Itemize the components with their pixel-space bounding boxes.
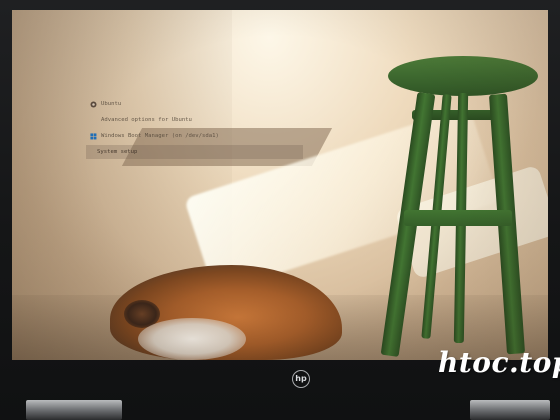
cat-white-fur bbox=[138, 318, 246, 360]
boot-entry-label: Ubuntu bbox=[101, 101, 122, 107]
right-hinge bbox=[470, 400, 550, 420]
stool-lower-rung bbox=[404, 210, 512, 226]
boot-entry-label: Windows Boot Manager (on /dev/sda1) bbox=[101, 133, 219, 139]
boot-entry-ubuntu[interactable]: Ubuntu bbox=[90, 97, 310, 111]
ubuntu-circle-icon bbox=[90, 100, 97, 108]
hp-logo-text: hp bbox=[295, 374, 307, 383]
laptop-frame: Ubuntu Advanced options for Ubuntu Windo… bbox=[0, 0, 560, 420]
left-hinge bbox=[26, 400, 122, 420]
boot-menu: Ubuntu Advanced options for Ubuntu Windo… bbox=[86, 97, 310, 159]
windows-logo-icon bbox=[90, 132, 97, 139]
laptop-screen: Ubuntu Advanced options for Ubuntu Windo… bbox=[12, 10, 548, 360]
boot-entry-system-setup[interactable]: System setup bbox=[86, 145, 303, 159]
watermark-text: htoc.top bbox=[438, 346, 560, 379]
boot-entry-advanced-options[interactable]: Advanced options for Ubuntu bbox=[90, 113, 310, 127]
hp-logo: hp bbox=[292, 370, 310, 388]
boot-entry-label: Advanced options for Ubuntu bbox=[101, 117, 192, 123]
stool-seat bbox=[388, 56, 538, 96]
boot-entry-label: System setup bbox=[97, 149, 138, 155]
boot-entry-windows-boot-manager[interactable]: Windows Boot Manager (on /dev/sda1) bbox=[90, 129, 310, 143]
